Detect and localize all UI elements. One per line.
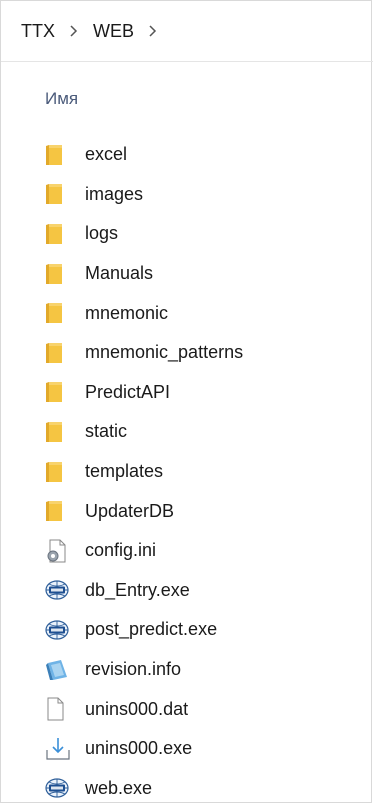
file-name: Manuals <box>85 263 154 284</box>
folder-icon <box>45 378 73 406</box>
file-list-item[interactable]: db_Entry.exe <box>1 571 373 611</box>
file-name: unins000.exe <box>85 738 193 759</box>
file-list-item[interactable]: revision.info <box>1 650 373 690</box>
file-list-item[interactable]: unins000.exe <box>1 729 373 769</box>
file-list-item[interactable]: static <box>1 412 373 452</box>
file-name: post_predict.exe <box>85 619 218 640</box>
file-list-item[interactable]: templates <box>1 452 373 492</box>
executable-icon <box>45 616 73 644</box>
column-header-name[interactable]: Имя <box>45 89 78 109</box>
file-list-item[interactable]: Manuals <box>1 254 373 294</box>
file-list-item[interactable]: mnemonic_patterns <box>1 333 373 373</box>
file-list-item[interactable]: mnemonic <box>1 293 373 333</box>
file-list-item[interactable]: post_predict.exe <box>1 610 373 650</box>
info-file-icon <box>45 656 73 684</box>
file-name: images <box>85 183 144 204</box>
file-list-item[interactable]: excel <box>1 135 373 175</box>
file-name: mnemonic_patterns <box>85 342 244 363</box>
file-list: excel images logs Manuals mnemonic mnemo… <box>1 135 373 805</box>
folder-icon <box>45 141 73 169</box>
folder-icon <box>45 418 73 446</box>
file-name: logs <box>85 223 119 244</box>
file-list-item[interactable]: PredictAPI <box>1 373 373 413</box>
folder-icon <box>45 220 73 248</box>
file-list-item[interactable]: config.ini <box>1 531 373 571</box>
file-name: PredictAPI <box>85 381 171 402</box>
file-name: web.exe <box>85 777 153 798</box>
folder-icon <box>45 458 73 486</box>
file-name: mnemonic <box>85 302 169 323</box>
explorer-window: TTX WEB Имя excel images logs Manuals mn… <box>0 0 373 805</box>
file-name: unins000.dat <box>85 698 189 719</box>
folder-icon <box>45 180 73 208</box>
installer-icon <box>45 735 73 763</box>
file-name: config.ini <box>85 540 157 561</box>
folder-icon <box>45 339 73 367</box>
blank-file-icon <box>45 695 73 723</box>
settings-file-icon <box>45 537 73 565</box>
chevron-right-icon[interactable] <box>146 22 160 40</box>
file-list-item[interactable]: images <box>1 175 373 215</box>
breadcrumb-item-web[interactable]: WEB <box>93 21 134 42</box>
file-name: UpdaterDB <box>85 500 175 521</box>
file-list-item[interactable]: unins000.dat <box>1 689 373 729</box>
folder-icon <box>45 497 73 525</box>
executable-icon <box>45 576 73 604</box>
breadcrumb: TTX WEB <box>1 1 373 62</box>
chevron-right-icon[interactable] <box>67 22 81 40</box>
executable-icon <box>45 774 73 802</box>
file-name: static <box>85 421 128 442</box>
file-name: revision.info <box>85 659 182 680</box>
folder-icon <box>45 299 73 327</box>
file-name: templates <box>85 461 164 482</box>
file-list-item[interactable]: logs <box>1 214 373 254</box>
file-name: excel <box>85 144 128 165</box>
breadcrumb-item-ttx[interactable]: TTX <box>21 21 55 42</box>
file-list-item[interactable]: UpdaterDB <box>1 491 373 531</box>
file-list-item[interactable]: web.exe <box>1 769 373 805</box>
file-name: db_Entry.exe <box>85 579 190 600</box>
folder-icon <box>45 260 73 288</box>
